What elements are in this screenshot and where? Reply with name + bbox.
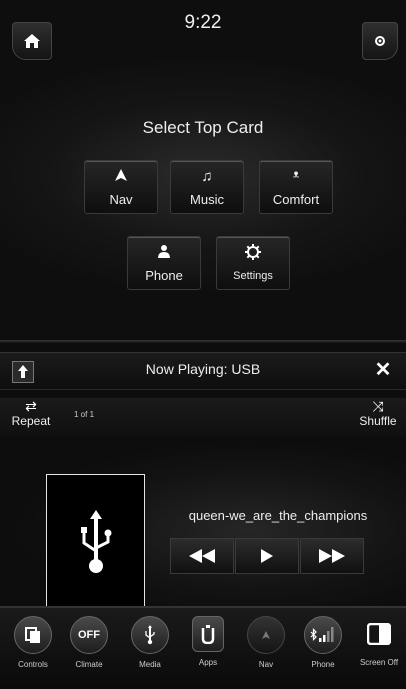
usb-icon	[80, 509, 111, 573]
repeat-button[interactable]: ⇄ Repeat	[8, 399, 54, 435]
rewind-icon	[189, 549, 215, 563]
dock-label: Apps	[198, 658, 218, 667]
dock-label: Screen Off	[359, 658, 399, 667]
divider	[0, 340, 406, 343]
card-label: Comfort	[272, 192, 320, 207]
gear-icon	[217, 244, 289, 264]
close-icon[interactable]: ✕	[372, 357, 394, 381]
dock-media-button[interactable]: Media	[121, 616, 179, 682]
controls-icon	[14, 616, 52, 654]
dock-apps-button[interactable]: Apps	[179, 616, 237, 682]
card-label: Music	[190, 192, 224, 207]
repeat-icon: ⇄	[25, 398, 37, 414]
shuffle-button[interactable]: ⤨ Shuffle	[354, 399, 402, 435]
dock-screen-off-button[interactable]: Screen Off	[350, 616, 406, 682]
card-label: Settings	[233, 270, 273, 282]
top-card-settings-button[interactable]: Settings	[216, 236, 290, 290]
gear-icon	[375, 36, 385, 46]
comfort-fan-icon: ᵜ	[293, 168, 299, 185]
home-icon	[24, 34, 40, 48]
dock-controls-button[interactable]: Controls	[4, 616, 62, 682]
navigation-arrow-icon	[85, 168, 157, 185]
rewind-button[interactable]	[170, 538, 234, 574]
card-label: Phone	[145, 268, 183, 283]
album-art	[46, 474, 145, 607]
shuffle-label: Shuffle	[359, 414, 397, 428]
dock-label: Media	[139, 660, 161, 669]
top-card-nav-button[interactable]: Nav	[84, 160, 158, 214]
person-icon	[128, 244, 200, 262]
playback-control-row	[0, 398, 406, 436]
play-icon	[261, 549, 273, 563]
card-label: Nav	[109, 192, 133, 207]
dock-label: Phone	[311, 660, 335, 669]
dock-nav-button[interactable]: Nav	[237, 616, 295, 682]
fast-forward-icon	[319, 549, 345, 563]
top-card-comfort-button[interactable]: ᵜ Comfort	[259, 160, 333, 214]
repeat-label: Repeat	[11, 414, 51, 428]
dock-climate-button[interactable]: OFF Climate	[60, 616, 118, 682]
usb-icon	[131, 616, 169, 654]
dock-phone-button[interactable]: Phone	[294, 616, 352, 682]
fast-forward-button[interactable]	[300, 538, 364, 574]
transport-controls	[170, 538, 364, 574]
dock-label: Controls	[18, 660, 48, 669]
now-playing-title: Now Playing: USB	[145, 361, 261, 377]
clock: 9:22	[184, 12, 222, 33]
climate-off-badge: OFF	[70, 616, 108, 654]
top-card-phone-button[interactable]: Phone	[127, 236, 201, 290]
song-title: queen-we_are_the_champions	[188, 508, 368, 523]
music-note-icon: ♫	[201, 168, 213, 185]
dock-label: Climate	[75, 660, 103, 669]
dock-label: Nav	[258, 660, 274, 669]
bluetooth-signal-icon	[304, 616, 342, 654]
top-card-music-button[interactable]: ♫ Music	[170, 160, 244, 214]
navigation-arrow-icon	[247, 616, 285, 654]
play-button[interactable]	[235, 538, 299, 574]
settings-button[interactable]	[362, 22, 398, 60]
shuffle-icon: ⤨	[372, 398, 384, 414]
screen-off-icon	[361, 616, 397, 652]
select-top-card-title: Select Top Card	[142, 118, 264, 137]
track-count: 1 of 1	[74, 410, 95, 419]
apps-icon	[192, 616, 224, 652]
